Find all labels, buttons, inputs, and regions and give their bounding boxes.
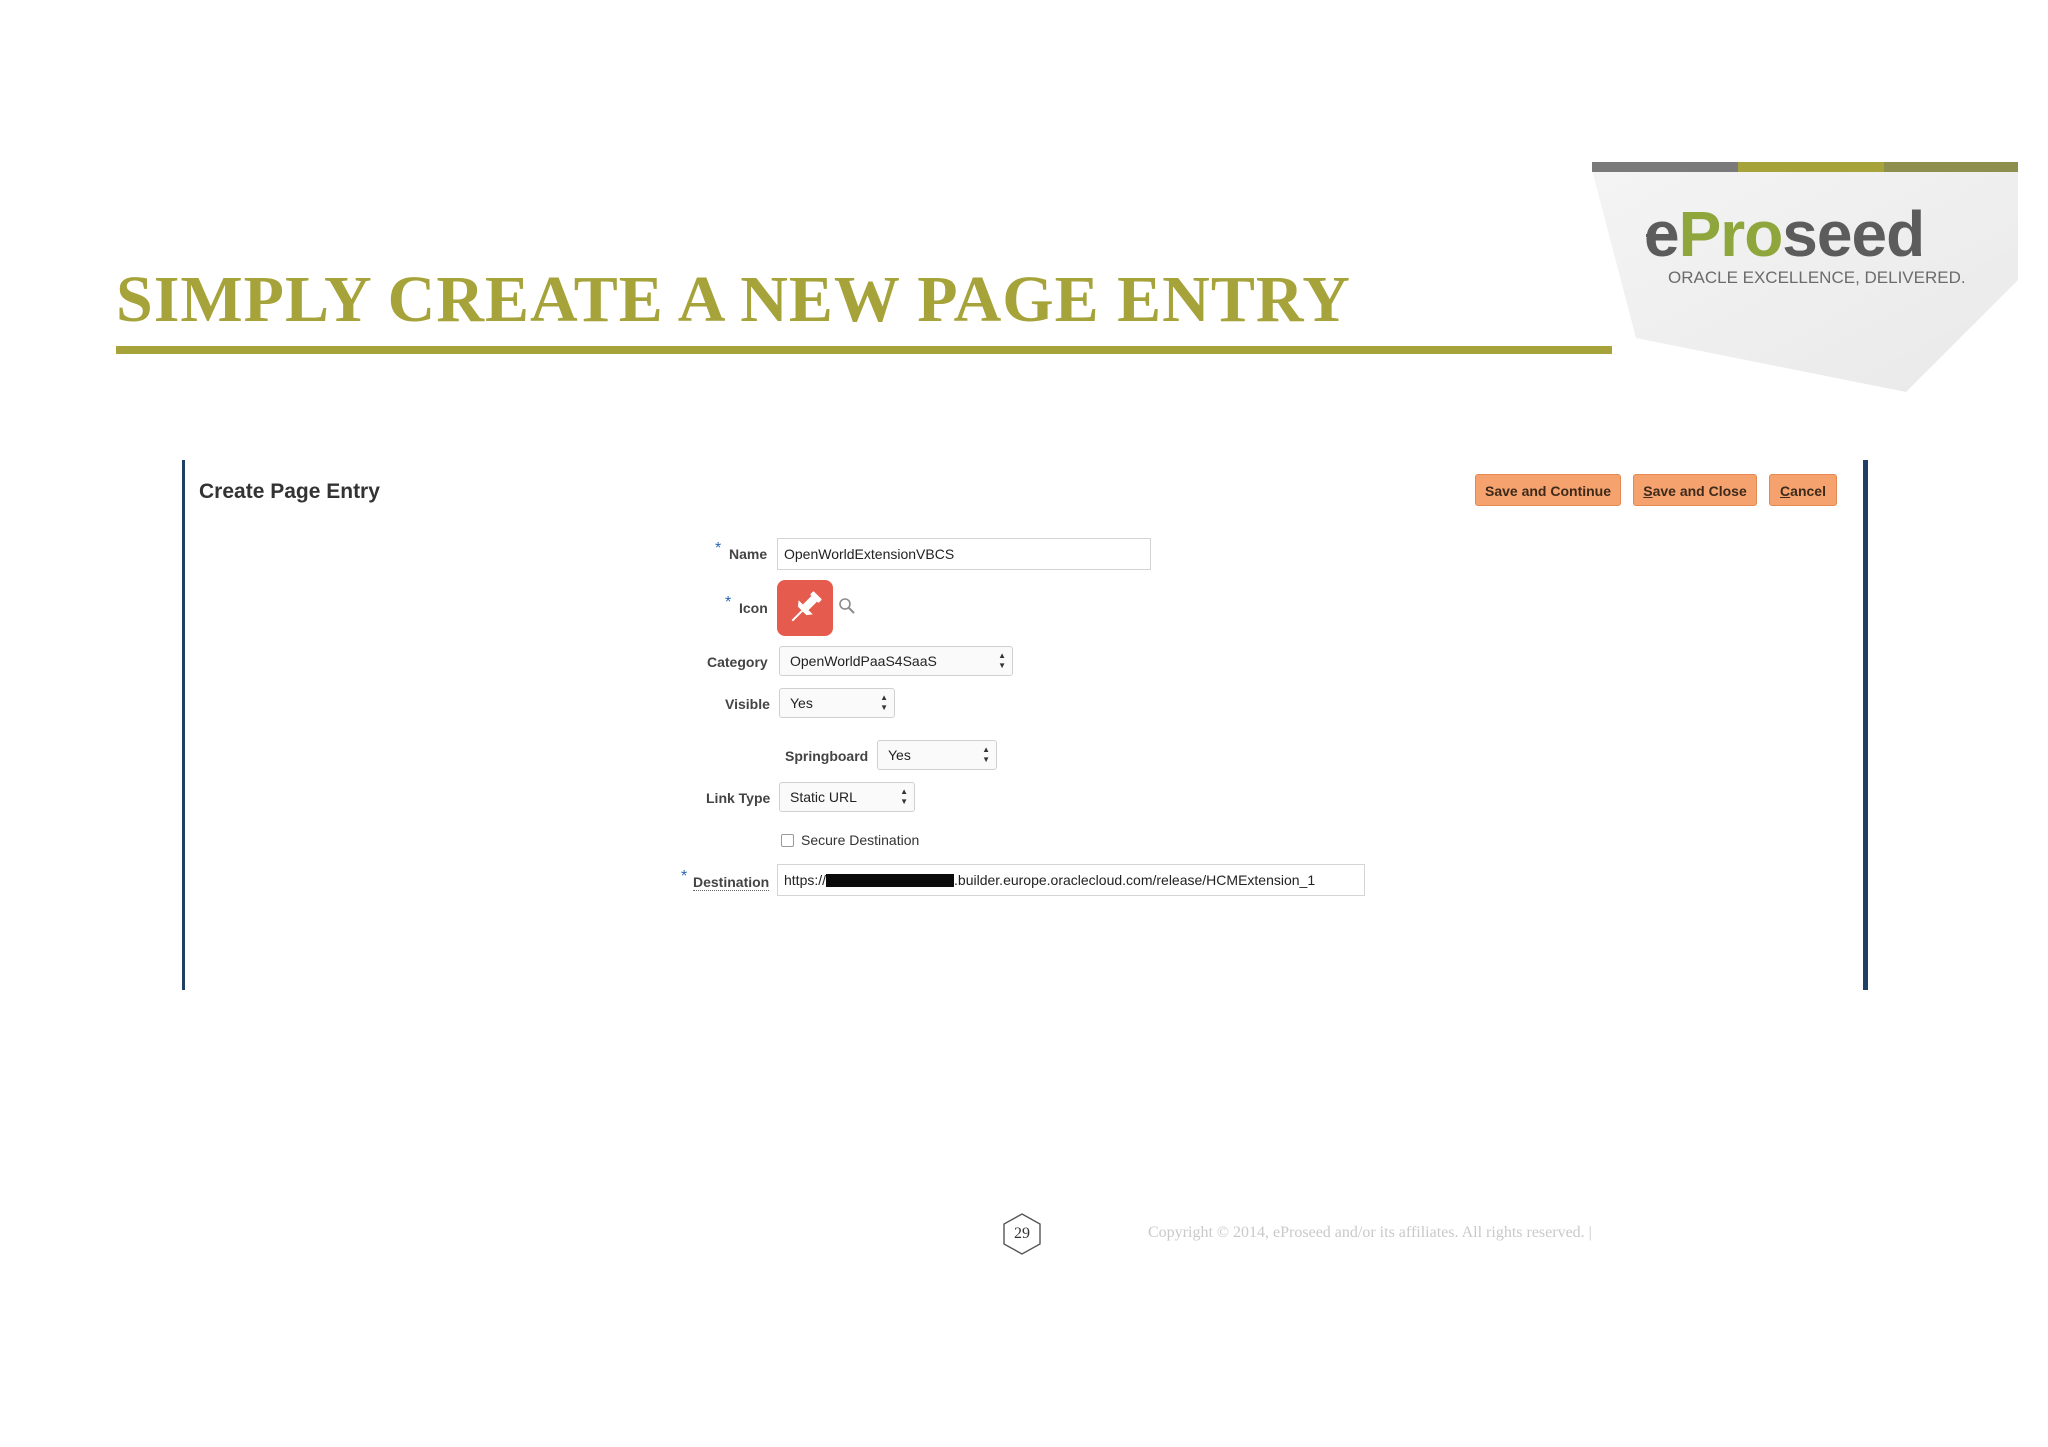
logo-wordmark: eProseed: [1644, 198, 1925, 270]
redacted-block: [826, 874, 955, 887]
destination-prefix: https://: [784, 872, 827, 888]
link-type-label: Link Type: [706, 790, 771, 806]
required-marker: *: [681, 868, 688, 885]
select-arrows-icon: ▲ ▼: [880, 693, 888, 712]
copyright-notice: Copyright © 2014, eProseed and/or its af…: [1148, 1224, 1592, 1241]
select-arrows-icon: ▲ ▼: [998, 651, 1006, 670]
link-type-select[interactable]: Static URL ▲ ▼: [779, 782, 915, 812]
icon-label: Icon: [739, 600, 768, 616]
category-label: Category: [707, 654, 768, 670]
link-type-value: Static URL: [790, 789, 857, 805]
visible-label: Visible: [725, 696, 770, 712]
destination-suffix: .builder.europe.oraclecloud.com/release/…: [954, 872, 1316, 888]
springboard-value: Yes: [888, 747, 911, 763]
springboard-label: Springboard: [785, 748, 869, 764]
category-value: OpenWorldPaaS4SaaS: [790, 653, 937, 669]
destination-label: Destination: [693, 874, 770, 891]
title-underline: [116, 346, 1612, 354]
eproseed-logo: eProseed ORACLE EXCELLENCE, DELIVERED.: [1586, 160, 2022, 400]
panel-title: Create Page Entry: [199, 480, 380, 503]
visible-select[interactable]: Yes ▲ ▼: [779, 688, 895, 718]
pushpin-icon[interactable]: [777, 580, 833, 636]
name-label: Name: [729, 546, 768, 562]
springboard-select[interactable]: Yes ▲ ▼: [877, 740, 997, 770]
cancel-button[interactable]: Cancel: [1769, 474, 1837, 506]
save-and-close-button[interactable]: Save and Close: [1633, 474, 1757, 506]
slide-title: SIMPLY CREATE A NEW PAGE ENTRY: [116, 263, 1351, 336]
secure-destination-checkbox[interactable]: [781, 834, 794, 847]
logo-tagline: ORACLE EXCELLENCE, DELIVERED.: [1668, 268, 1966, 287]
required-marker: *: [725, 594, 732, 611]
select-arrows-icon: ▲ ▼: [900, 787, 908, 806]
page-number-badge: 29: [1002, 1212, 1042, 1256]
create-page-entry-screenshot: Create Page Entry Save and Continue Save…: [182, 460, 1868, 990]
destination-field[interactable]: https:// .builder.europe.oraclecloud.com/…: [777, 864, 1365, 896]
secure-destination-label: Secure Destination: [801, 832, 920, 848]
required-marker: *: [715, 540, 722, 557]
search-icon[interactable]: [837, 596, 857, 616]
save-and-continue-button[interactable]: Save and Continue: [1475, 474, 1621, 506]
category-select[interactable]: OpenWorldPaaS4SaaS ▲ ▼: [779, 646, 1013, 676]
page-number: 29: [1014, 1225, 1030, 1242]
visible-value: Yes: [790, 695, 813, 711]
select-arrows-icon: ▲ ▼: [982, 745, 990, 764]
name-field[interactable]: OpenWorldExtensionVBCS: [777, 538, 1151, 570]
